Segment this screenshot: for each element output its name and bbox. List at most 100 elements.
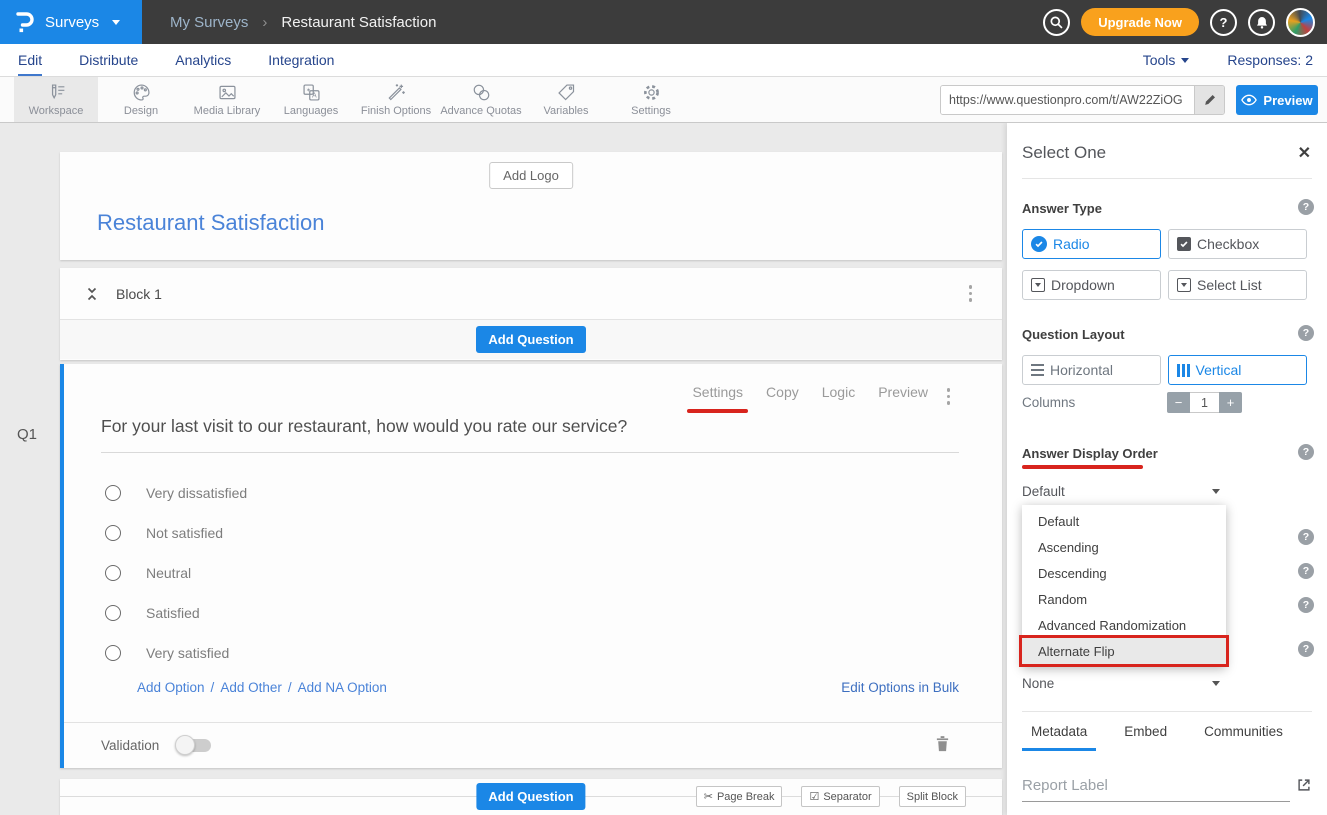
survey-title[interactable]: Restaurant Satisfaction bbox=[97, 210, 324, 236]
help-icon[interactable]: ? bbox=[1298, 325, 1314, 341]
option-label[interactable]: Very dissatisfied bbox=[146, 485, 247, 501]
question-number: Q1 bbox=[17, 426, 37, 443]
preview-button[interactable]: Preview bbox=[1236, 85, 1318, 115]
edit-options-in-bulk-link[interactable]: Edit Options in Bulk bbox=[841, 680, 959, 695]
responses-count[interactable]: Responses: 2 bbox=[1227, 52, 1313, 68]
panel-tab-communities[interactable]: Communities bbox=[1195, 724, 1292, 751]
columns-decrement-button[interactable]: − bbox=[1167, 392, 1190, 413]
menu-item-random[interactable]: Random bbox=[1022, 586, 1226, 612]
radio-button[interactable] bbox=[105, 645, 121, 661]
toolbar-languages[interactable]: ✶A Languages bbox=[271, 77, 351, 122]
columns-value[interactable]: 1 bbox=[1190, 392, 1219, 413]
block-menu-button[interactable] bbox=[963, 281, 979, 306]
page-break-button[interactable]: ✂ Page Break bbox=[696, 786, 783, 807]
add-logo-button[interactable]: Add Logo bbox=[489, 162, 573, 189]
breadcrumb-my-surveys[interactable]: My Surveys bbox=[170, 14, 248, 31]
add-question-button-bottom[interactable]: Add Question bbox=[476, 783, 585, 810]
question-menu-button[interactable] bbox=[941, 384, 957, 409]
help-icon[interactable]: ? bbox=[1298, 641, 1314, 657]
notifications-button[interactable] bbox=[1248, 9, 1275, 36]
survey-url-input[interactable] bbox=[941, 86, 1194, 114]
answer-type-row-1: Radio Checkbox bbox=[1022, 229, 1307, 259]
option-label[interactable]: Very satisfied bbox=[146, 645, 229, 661]
checkbox-icon bbox=[1177, 237, 1191, 251]
radio-button[interactable] bbox=[105, 605, 121, 621]
validation-toggle[interactable] bbox=[177, 739, 211, 752]
bell-icon bbox=[1255, 15, 1269, 30]
separator-button[interactable]: ☑ Separator bbox=[801, 786, 879, 807]
menu-item-default[interactable]: Default bbox=[1022, 508, 1226, 534]
add-question-button-top[interactable]: Add Question bbox=[476, 326, 585, 353]
toolbar-media-library[interactable]: Media Library bbox=[177, 77, 277, 122]
open-external-icon[interactable] bbox=[1296, 777, 1312, 798]
help-icon[interactable]: ? bbox=[1298, 597, 1314, 613]
question-card: Settings Copy Logic Preview For your las… bbox=[60, 364, 1002, 768]
upgrade-now-button[interactable]: Upgrade Now bbox=[1081, 8, 1199, 36]
split-block-button[interactable]: Split Block bbox=[899, 786, 966, 807]
radio-button[interactable] bbox=[105, 525, 121, 541]
question-tab-copy[interactable]: Copy bbox=[766, 384, 799, 400]
tab-integration[interactable]: Integration bbox=[268, 44, 334, 76]
add-other-link[interactable]: Add Other bbox=[220, 680, 282, 695]
edit-url-button[interactable] bbox=[1194, 86, 1224, 114]
menu-item-ascending[interactable]: Ascending bbox=[1022, 534, 1226, 560]
collapse-icon bbox=[84, 286, 100, 302]
option-label[interactable]: Not satisfied bbox=[146, 525, 223, 541]
preview-label: Preview bbox=[1263, 93, 1312, 108]
help-button[interactable]: ? bbox=[1210, 9, 1237, 36]
question-tab-settings[interactable]: Settings bbox=[692, 384, 743, 400]
toolbar-advance-quotas[interactable]: Advance Quotas bbox=[428, 77, 534, 122]
answer-type-radio[interactable]: Radio bbox=[1022, 229, 1161, 259]
tab-analytics[interactable]: Analytics bbox=[175, 44, 231, 76]
radio-button[interactable] bbox=[105, 485, 121, 501]
image-icon bbox=[217, 82, 238, 103]
layout-horizontal[interactable]: Horizontal bbox=[1022, 355, 1161, 385]
tab-distribute[interactable]: Distribute bbox=[79, 44, 138, 76]
help-icon[interactable]: ? bbox=[1298, 444, 1314, 460]
product-switcher[interactable]: Surveys bbox=[0, 0, 142, 44]
add-na-option-link[interactable]: Add NA Option bbox=[298, 680, 387, 695]
panel-tab-embed[interactable]: Embed bbox=[1115, 724, 1176, 751]
toolbar-variables[interactable]: Variables bbox=[526, 77, 606, 122]
search-button[interactable] bbox=[1043, 9, 1070, 36]
toolbar-settings[interactable]: Settings bbox=[611, 77, 691, 122]
help-icon[interactable]: ? bbox=[1298, 529, 1314, 545]
block-footer-actions: ✂ Page Break ☑ Separator Split Block bbox=[696, 786, 966, 807]
answer-type-dropdown[interactable]: Dropdown bbox=[1022, 270, 1161, 300]
answer-display-order-select[interactable]: Default bbox=[1022, 479, 1226, 503]
menu-item-advanced-randomization[interactable]: Advanced Randomization bbox=[1022, 612, 1226, 638]
close-icon[interactable]: ✕ bbox=[1298, 143, 1311, 163]
option-label[interactable]: Neutral bbox=[146, 565, 191, 581]
tools-menu[interactable]: Tools bbox=[1143, 52, 1190, 68]
panel-tab-metadata[interactable]: Metadata bbox=[1022, 724, 1096, 751]
secondary-select[interactable]: None bbox=[1022, 671, 1226, 695]
toolbar-variables-label: Variables bbox=[543, 105, 588, 117]
help-icon[interactable]: ? bbox=[1298, 199, 1314, 215]
collapse-block-button[interactable] bbox=[84, 286, 100, 302]
question-tab-preview[interactable]: Preview bbox=[878, 384, 928, 400]
dropdown-label: Dropdown bbox=[1051, 277, 1115, 293]
report-label-input[interactable] bbox=[1022, 773, 1290, 802]
layout-vertical[interactable]: Vertical bbox=[1168, 355, 1307, 385]
question-text[interactable]: For your last visit to our restaurant, h… bbox=[101, 416, 959, 453]
menu-item-alternate-flip[interactable]: Alternate Flip bbox=[1022, 638, 1226, 664]
add-option-link[interactable]: Add Option bbox=[137, 680, 205, 695]
help-icon[interactable]: ? bbox=[1298, 563, 1314, 579]
delete-question-button[interactable] bbox=[935, 734, 950, 757]
menu-item-descending[interactable]: Descending bbox=[1022, 560, 1226, 586]
columns-increment-button[interactable]: + bbox=[1219, 392, 1242, 413]
option-label[interactable]: Satisfied bbox=[146, 605, 200, 621]
translate-icon: ✶A bbox=[301, 82, 322, 103]
radio-button[interactable] bbox=[105, 565, 121, 581]
toolbar-design[interactable]: Design bbox=[101, 77, 181, 122]
block-title[interactable]: Block 1 bbox=[116, 286, 162, 302]
tab-edit[interactable]: Edit bbox=[18, 44, 42, 76]
workspace-icon bbox=[46, 82, 67, 103]
answer-type-label: Answer Type bbox=[1022, 201, 1102, 216]
question-tab-logic[interactable]: Logic bbox=[822, 384, 855, 400]
answer-type-checkbox[interactable]: Checkbox bbox=[1168, 229, 1307, 259]
breadcrumb: My Surveys › Restaurant Satisfaction bbox=[170, 14, 436, 31]
user-avatar[interactable] bbox=[1286, 8, 1315, 37]
answer-type-select-list[interactable]: Select List bbox=[1168, 270, 1307, 300]
toolbar-workspace[interactable]: Workspace bbox=[14, 77, 98, 122]
